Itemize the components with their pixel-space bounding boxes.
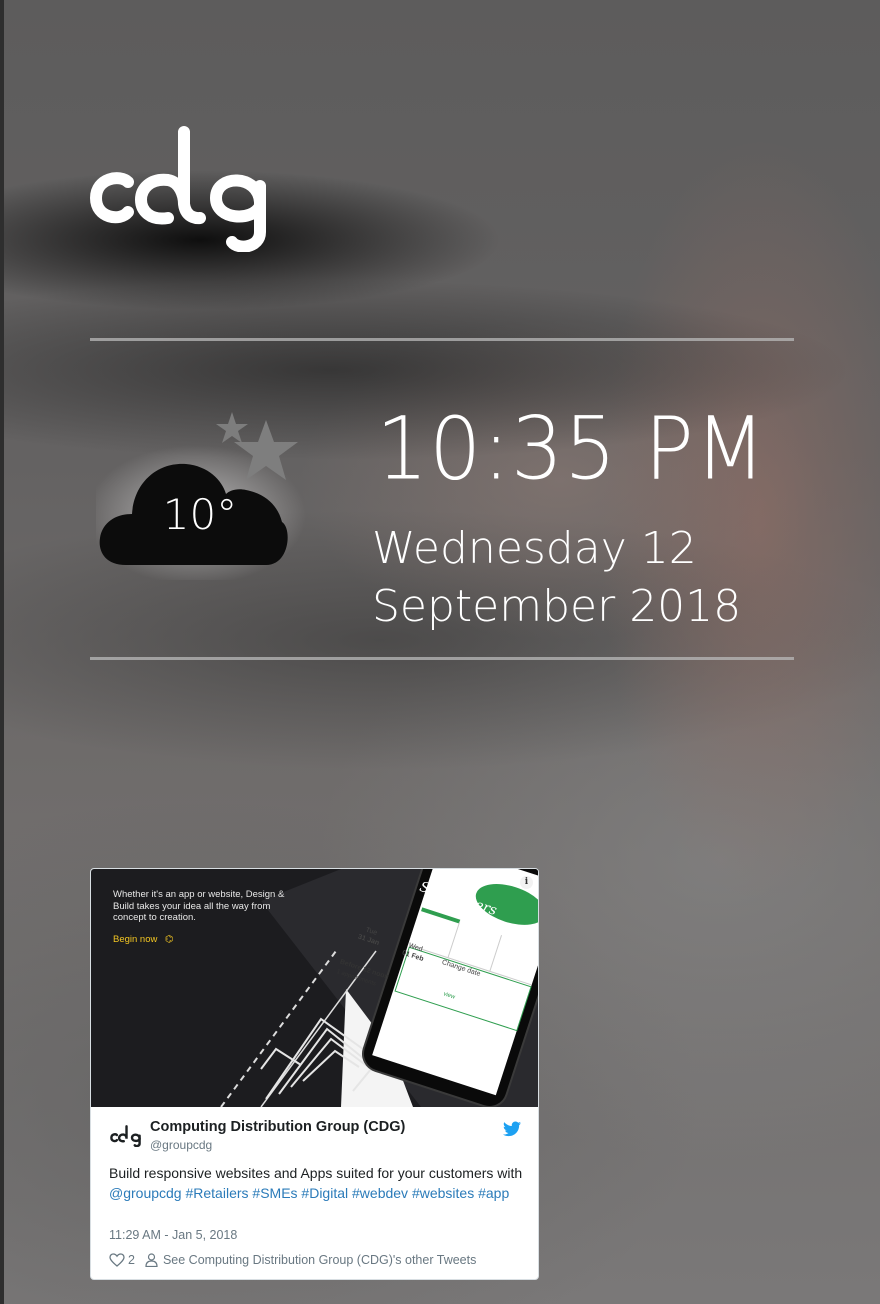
- hashtag-digital[interactable]: #Digital: [301, 1185, 348, 1201]
- tweet-timestamp[interactable]: 11:29 AM - Jan 5, 2018: [109, 1228, 237, 1242]
- begin-now-link[interactable]: Begin now ⌬: [113, 934, 173, 945]
- begin-now-label: Begin now: [113, 934, 158, 945]
- see-other-tweets-link[interactable]: See Computing Distribution Group (CDG)'s…: [163, 1253, 476, 1267]
- divider-top: [90, 338, 794, 341]
- tweet-media-card[interactable]: Whether it's an app or website, Design &…: [91, 869, 538, 1107]
- tweet-body: Computing Distribution Group (CDG) @grou…: [91, 1107, 538, 1279]
- hashtag-smes[interactable]: #SMEs: [252, 1185, 297, 1201]
- background-edge: [0, 0, 4, 1304]
- author-name[interactable]: Computing Distribution Group (CDG): [150, 1119, 405, 1135]
- tweet-text: Build responsive websites and Apps suite…: [109, 1164, 529, 1203]
- twitter-bird-icon[interactable]: [503, 1121, 521, 1137]
- person-icon: [145, 1253, 158, 1267]
- clock-date: Wednesday 12 September 2018: [372, 520, 741, 636]
- hashtag-retailers[interactable]: #Retailers: [185, 1185, 248, 1201]
- author-avatar[interactable]: [109, 1125, 143, 1147]
- mention-groupcdg[interactable]: @groupcdg: [109, 1185, 182, 1201]
- arrow-hex-icon: ⌬: [165, 934, 174, 945]
- date-line-1: Wednesday 12: [372, 523, 697, 574]
- like-count: 2: [128, 1253, 135, 1267]
- heart-icon[interactable]: [109, 1253, 125, 1267]
- ad-copy: Whether it's an app or website, Design &…: [113, 889, 285, 923]
- hashtag-app[interactable]: #app: [478, 1185, 509, 1201]
- temperature: 10°: [162, 490, 238, 539]
- hashtag-websites[interactable]: #websites: [412, 1185, 474, 1201]
- hashtag-webdev[interactable]: #webdev: [352, 1185, 408, 1201]
- date-line-2: September 2018: [372, 581, 742, 632]
- weather-widget: 10°: [96, 410, 306, 580]
- tweet-text-plain: Build responsive websites and Apps suite…: [109, 1165, 523, 1181]
- embedded-tweet[interactable]: Whether it's an app or website, Design &…: [90, 868, 539, 1280]
- info-icon[interactable]: i: [520, 876, 533, 889]
- tweet-actions: 2 See Computing Distribution Group (CDG)…: [109, 1251, 476, 1269]
- clock-time: 10:35 PM: [376, 399, 767, 500]
- divider-bottom: [90, 657, 794, 660]
- cdg-logo: [89, 126, 266, 252]
- author-handle[interactable]: @groupcdg: [150, 1138, 212, 1152]
